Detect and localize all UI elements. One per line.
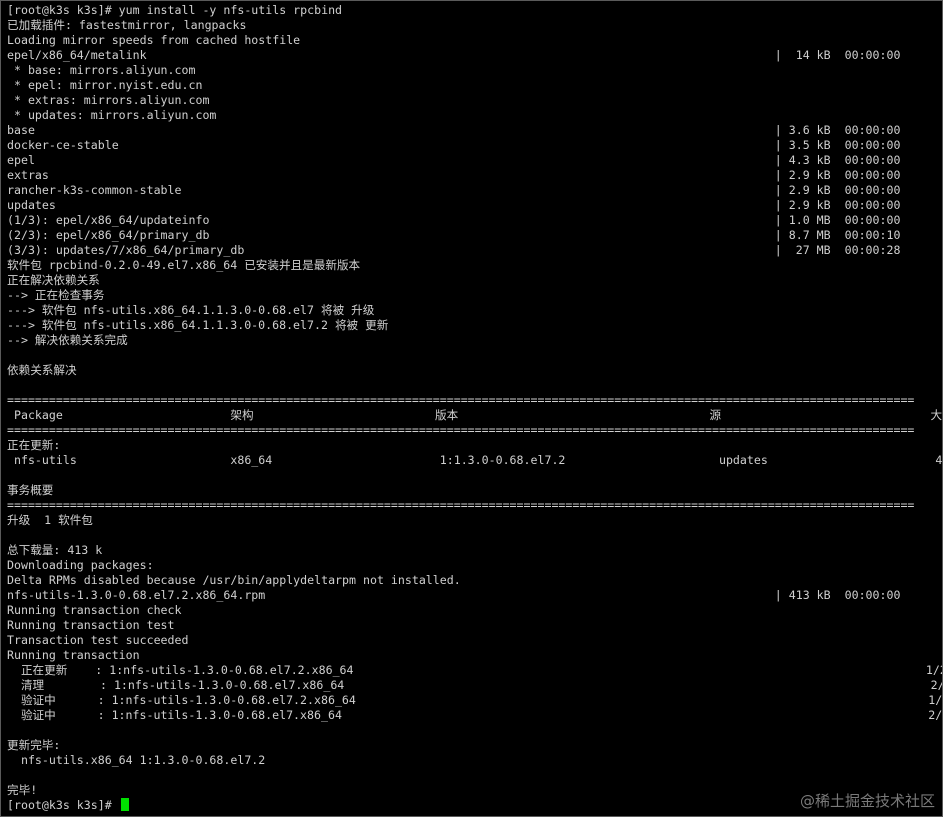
terminal-line: (1/3): epel/x86_64/updateinfo | 1.0 MB 0…	[7, 213, 901, 227]
terminal-line: * updates: mirrors.aliyun.com	[7, 108, 217, 122]
terminal-line: Package 架构 版本 源 大小	[7, 408, 943, 422]
terminal-line: 完毕!	[7, 783, 38, 797]
terminal-line: 事务概要	[7, 483, 54, 497]
terminal-line: 依赖关系解决	[7, 363, 77, 377]
terminal-line: updates | 2.9 kB 00:00:00	[7, 198, 901, 212]
terminal-line: (3/3): updates/7/x86_64/primary_db | 27 …	[7, 243, 901, 257]
terminal-line: ---> 软件包 nfs-utils.x86_64.1.1.3.0-0.68.e…	[7, 303, 375, 317]
terminal-line: nfs-utils.x86_64 1:1.3.0-0.68.el7.2	[7, 753, 266, 767]
terminal-line: 验证中 : 1:nfs-utils-1.3.0-0.68.el7.x86_64 …	[7, 708, 943, 722]
terminal-line: 升级 1 软件包	[7, 513, 93, 527]
prompt-line[interactable]: [root@k3s k3s]#	[7, 798, 129, 813]
cursor-block	[120, 798, 129, 811]
terminal-line: --> 正在检查事务	[7, 288, 105, 302]
terminal-line: 软件包 rpcbind-0.2.0-49.el7.x86_64 已安装并且是最新…	[7, 258, 361, 272]
terminal-line: extras | 2.9 kB 00:00:00	[7, 168, 901, 182]
separator-rule: ========================================…	[7, 498, 915, 512]
terminal-line: Delta RPMs disabled because /usr/bin/app…	[7, 573, 461, 587]
terminal-line: (2/3): epel/x86_64/primary_db | 8.7 MB 0…	[7, 228, 901, 242]
separator-rule: ========================================…	[7, 393, 915, 407]
terminal-line: rancher-k3s-common-stable | 2.9 kB 00:00…	[7, 183, 901, 197]
watermark: @稀土掘金技术社区	[799, 792, 935, 810]
terminal-line: --> 解决依赖关系完成	[7, 333, 128, 347]
terminal-line: epel | 4.3 kB 00:00:00	[7, 153, 901, 167]
terminal-line: epel/x86_64/metalink | 14 kB 00:00:00	[7, 48, 901, 62]
terminal-line: 总下载量: 413 k	[7, 543, 103, 557]
terminal-line: nfs-utils-1.3.0-0.68.el7.2.x86_64.rpm | …	[7, 588, 901, 602]
terminal-line: 更新完毕:	[7, 738, 61, 752]
terminal-line: Running transaction check	[7, 603, 182, 617]
prompt-text: [root@k3s k3s]#	[7, 798, 119, 812]
terminal-line: 正在解决依赖关系	[7, 273, 100, 287]
terminal-line: 验证中 : 1:nfs-utils-1.3.0-0.68.el7.2.x86_6…	[7, 693, 943, 707]
terminal-line: 正在更新:	[7, 438, 61, 452]
separator-rule: ========================================…	[7, 423, 915, 437]
terminal-line: 正在更新 : 1:nfs-utils-1.3.0-0.68.el7.2.x86_…	[7, 663, 943, 677]
terminal-line: 已加载插件: fastestmirror, langpacks	[7, 18, 247, 32]
terminal-line: Loading mirror speeds from cached hostfi…	[7, 33, 301, 47]
terminal-line: Running transaction test	[7, 618, 175, 632]
terminal-line: docker-ce-stable | 3.5 kB 00:00:00	[7, 138, 901, 152]
terminal-line: ---> 软件包 nfs-utils.x86_64.1.1.3.0-0.68.e…	[7, 318, 389, 332]
terminal-line: Transaction test succeeded	[7, 633, 189, 647]
terminal-line: * epel: mirror.nyist.edu.cn	[7, 78, 203, 92]
terminal-line: 清理 : 1:nfs-utils-1.3.0-0.68.el7.x86_64 2…	[7, 678, 943, 692]
terminal-line: * extras: mirrors.aliyun.com	[7, 93, 210, 107]
terminal-line: Running transaction	[7, 648, 140, 662]
terminal-line: base | 3.6 kB 00:00:00	[7, 123, 901, 137]
terminal-line: * base: mirrors.aliyun.com	[7, 63, 196, 77]
terminal-line: nfs-utils x86_64 1:1.3.0-0.68.el7.2 upda…	[7, 453, 943, 467]
terminal-line: Downloading packages:	[7, 558, 154, 572]
terminal-window[interactable]: [root@k3s k3s]# yum install -y nfs-utils…	[0, 0, 943, 817]
terminal-line: [root@k3s k3s]# yum install -y nfs-utils…	[7, 3, 343, 17]
